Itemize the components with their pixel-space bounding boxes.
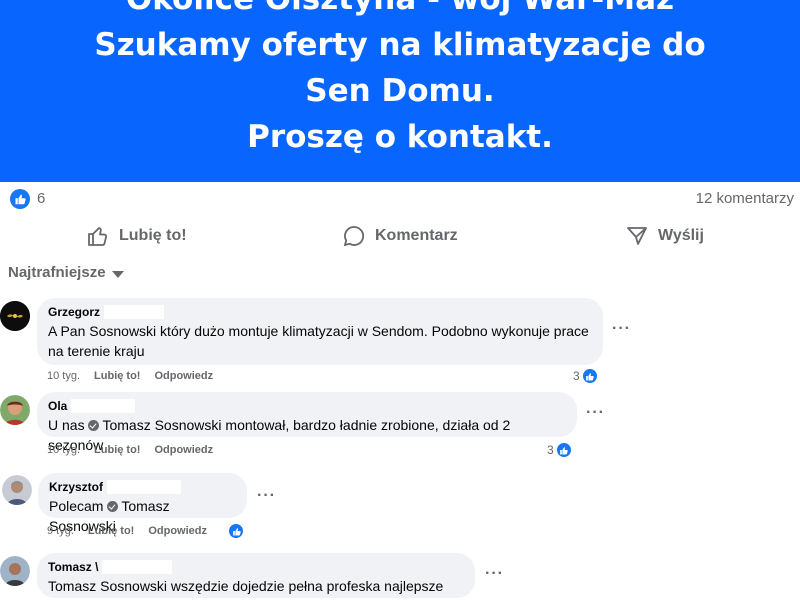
redacted-name — [71, 399, 136, 413]
author-name: Krzysztof — [49, 480, 104, 494]
reaction-stats-bar: 6 12 komentarzy — [0, 182, 800, 216]
comment-bubble: Tomasz \ Tomasz Sosnowski wszędzie dojed… — [37, 553, 475, 600]
post-line: Proszę o kontakt. — [247, 119, 553, 155]
author-name: Tomasz \ — [48, 560, 99, 574]
comment-reply-button[interactable]: Odpowiedz — [154, 370, 213, 382]
comment-author[interactable]: Krzysztof — [49, 480, 235, 494]
comment-reactions[interactable]: 3 — [573, 368, 598, 384]
like-reaction-icon — [228, 523, 244, 539]
post-text-banner: Okolice Olsztyna - woj War-Maz Szukamy o… — [0, 0, 800, 182]
redacted-name — [102, 560, 173, 574]
comment-meta: 9 tyg. Lubię to! Odpowiedz — [47, 525, 207, 537]
like-button[interactable]: Lubię to! — [86, 220, 187, 252]
comment-bubble-icon — [343, 226, 365, 247]
comment-reactions[interactable]: 3 — [547, 442, 572, 458]
comment-time[interactable]: 10 tyg. — [47, 444, 80, 456]
comment-button[interactable]: Komentarz — [342, 220, 800, 252]
comment-bubble: Grzegorz A Pan Sosnowski który dużo mont… — [37, 298, 603, 365]
chevron-down-icon — [111, 270, 124, 278]
comment-button-label: Komentarz — [375, 227, 458, 244]
comment-item: Tomasz \ Tomasz Sosnowski wszędzie dojed… — [0, 553, 800, 600]
comment-bubble: Krzysztof Polecam Tomasz Sosnowski — [38, 473, 247, 534]
user-mention[interactable]: Tomasz Sosnowski — [88, 417, 222, 433]
comment-item: Ola U nas Tomasz Sosnowski montował, bar… — [0, 392, 800, 464]
comment-count-link[interactable]: 12 komentarzy — [696, 190, 794, 207]
like-button-label: Lubię to! — [119, 227, 187, 244]
more-options-icon[interactable]: ··· — [612, 320, 631, 338]
comment-meta: 10 tyg. Lubię to! Odpowiedz — [47, 444, 213, 456]
post-actions-bar: Lubię to! Komentarz Wyślij — [0, 216, 800, 256]
sort-label: Najtrafniejsze — [8, 264, 106, 281]
post-line: Szukamy oferty na klimatyzacje do — [94, 27, 706, 63]
comment-reply-button[interactable]: Odpowiedz — [154, 444, 213, 456]
thumbs-up-icon — [88, 227, 108, 246]
comment-time[interactable]: 9 tyg. — [47, 525, 74, 537]
comment-item: Krzysztof Polecam Tomasz Sosnowski ··· 9… — [0, 473, 800, 545]
comment-like-button[interactable]: Lubię to! — [88, 525, 134, 537]
author-name: Grzegorz — [48, 305, 101, 319]
mention-name: Tomasz Sosnowski — [102, 417, 222, 433]
comment-author[interactable]: Ola — [48, 399, 565, 413]
comment-time[interactable]: 10 tyg. — [47, 370, 80, 382]
send-icon — [627, 227, 647, 245]
avatar[interactable] — [0, 395, 30, 425]
post-line: Okolice Olsztyna - woj War-Maz — [0, 0, 800, 22]
send-button-label: Wyślij — [658, 227, 704, 244]
comment-reactions[interactable] — [228, 523, 244, 539]
comment-text: Tomasz Sosnowski wszędzie dojedzie pełna… — [48, 578, 444, 600]
comment-sort-dropdown[interactable]: Najtrafniejsze — [8, 264, 124, 281]
author-name: Ola — [48, 399, 68, 413]
text-before: U nas — [48, 417, 85, 433]
send-button[interactable]: Wyślij — [625, 220, 704, 252]
more-options-icon[interactable]: ··· — [586, 404, 605, 422]
post-line: Sen Domu. — [305, 73, 495, 109]
redacted-name — [104, 305, 165, 319]
comment-text: A Pan Sosnowski który dużo montuje klima… — [48, 323, 589, 359]
comment-bubble: Ola U nas Tomasz Sosnowski montował, bar… — [37, 392, 577, 453]
avatar[interactable] — [2, 475, 32, 505]
avatar[interactable] — [0, 301, 30, 331]
comment-item: Grzegorz A Pan Sosnowski który dużo mont… — [0, 298, 800, 388]
check-badge-icon — [88, 420, 100, 431]
reaction-count: 3 — [547, 443, 554, 457]
comment-like-button[interactable]: Lubię to! — [94, 370, 140, 382]
reaction-count: 3 — [573, 369, 580, 383]
like-reaction-icon — [555, 442, 572, 458]
like-reaction-icon — [581, 368, 598, 384]
comment-reply-button[interactable]: Odpowiedz — [148, 525, 207, 537]
text-before: Polecam — [49, 498, 104, 514]
avatar[interactable] — [0, 556, 30, 586]
comment-author[interactable]: Tomasz \ — [48, 560, 463, 574]
more-options-icon[interactable]: ··· — [257, 487, 276, 505]
comment-like-button[interactable]: Lubię to! — [94, 444, 140, 456]
more-options-icon[interactable]: ··· — [485, 565, 504, 583]
comment-meta: 10 tyg. Lubię to! Odpowiedz — [47, 370, 213, 382]
redacted-name — [107, 480, 182, 494]
like-count[interactable]: 6 — [37, 190, 45, 207]
check-badge-icon — [107, 501, 119, 512]
like-reaction-icon[interactable] — [10, 189, 30, 209]
comment-author[interactable]: Grzegorz — [48, 305, 591, 319]
